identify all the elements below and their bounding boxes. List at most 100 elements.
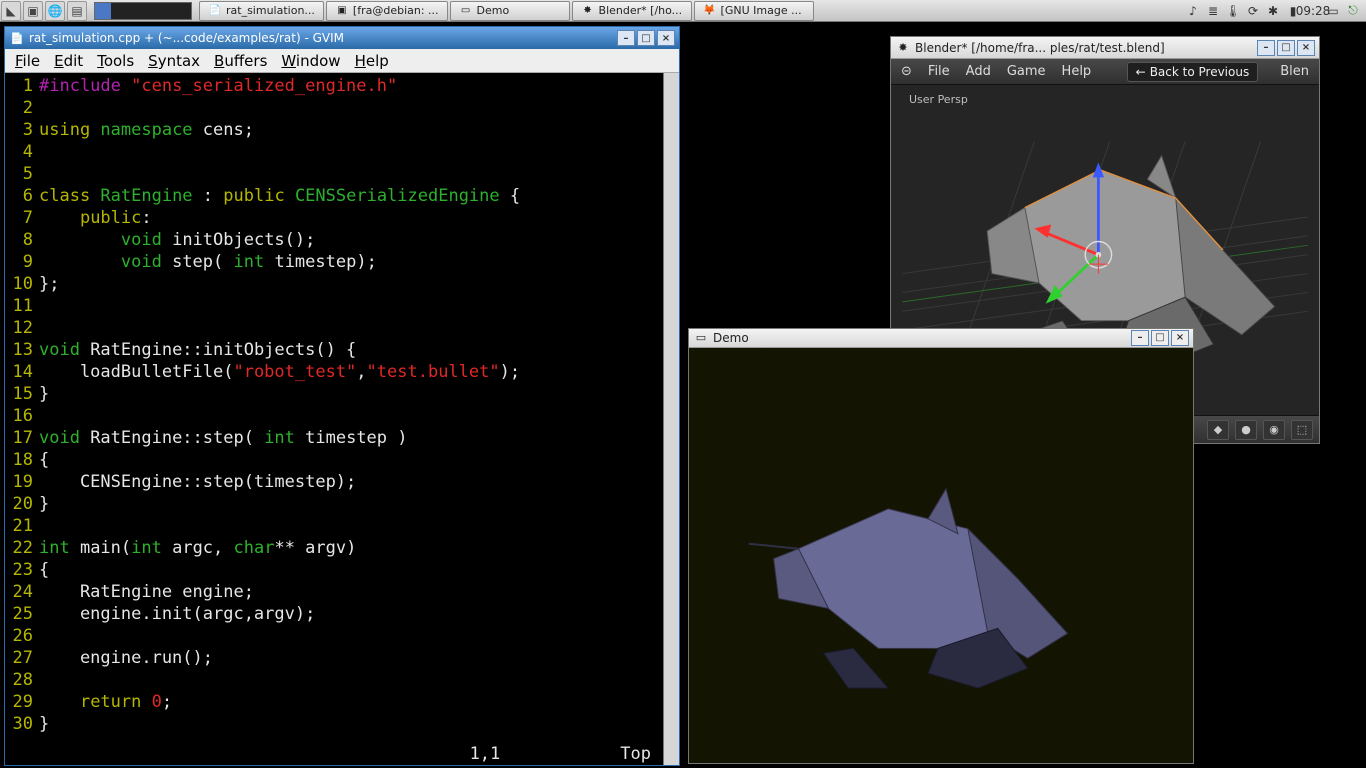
gvim-window: 📄 rat_simulation.cpp + (~...code/example… xyxy=(4,26,680,766)
code-line[interactable]: 4 xyxy=(5,141,679,163)
code-line[interactable]: 22int main(int argc, char** argv) xyxy=(5,537,679,559)
vim-statusbar: 1,1 Top xyxy=(5,743,663,765)
close-button[interactable]: × xyxy=(1171,330,1189,346)
blender-title: Blender* [/home/fra... ples/rat/test.ble… xyxy=(915,41,1257,55)
code-line[interactable]: 8 void initObjects(); xyxy=(5,229,679,251)
scroll-indicator: Top xyxy=(620,743,651,765)
blender-menu-file[interactable]: File xyxy=(928,64,950,79)
updates-icon[interactable]: ⟳ xyxy=(1246,4,1260,18)
line-number: 1 xyxy=(5,75,39,97)
code-line[interactable]: 5 xyxy=(5,163,679,185)
blender-menu-truncated[interactable]: Blen xyxy=(1280,64,1309,79)
code-line[interactable]: 21 xyxy=(5,515,679,537)
maximize-button[interactable]: □ xyxy=(1151,330,1169,346)
overlay-button[interactable]: ⬚ xyxy=(1291,420,1313,440)
code-line[interactable]: 26 xyxy=(5,625,679,647)
taskbar-item[interactable]: 📄rat_simulation... xyxy=(199,1,324,21)
code-line[interactable]: 9 void step( int timestep); xyxy=(5,251,679,273)
line-number: 29 xyxy=(5,691,39,713)
system-tray: ♪ ≣ 🌡 ⟳ ✱ ▮ 09:28 ▭ ⎋ xyxy=(1180,4,1366,18)
code-line[interactable]: 2 xyxy=(5,97,679,119)
code-line[interactable]: 18{ xyxy=(5,449,679,471)
code-line[interactable]: 12 xyxy=(5,317,679,339)
minimize-button[interactable]: – xyxy=(617,30,635,46)
line-number: 28 xyxy=(5,669,39,691)
code-line[interactable]: 16 xyxy=(5,405,679,427)
menu-help[interactable]: Help xyxy=(355,52,389,70)
close-button[interactable]: × xyxy=(657,30,675,46)
code-line[interactable]: 20} xyxy=(5,493,679,515)
code-line[interactable]: 11 xyxy=(5,295,679,317)
code-line[interactable]: 28 xyxy=(5,669,679,691)
menu-file[interactable]: File xyxy=(15,52,40,70)
blender-menu-add[interactable]: Add xyxy=(966,64,991,79)
menu-syntax[interactable]: Syntax xyxy=(148,52,200,70)
taskbar-item[interactable]: ✸Blender* [/ho... xyxy=(572,1,692,21)
code-line[interactable]: 7 public: xyxy=(5,207,679,229)
demo-canvas[interactable] xyxy=(689,348,1193,763)
code-line[interactable]: 1#include "cens_serialized_engine.h" xyxy=(5,75,679,97)
line-number: 6 xyxy=(5,185,39,207)
line-number: 16 xyxy=(5,405,39,427)
line-number: 11 xyxy=(5,295,39,317)
taskbar-item[interactable]: ▣[fra@debian: ... xyxy=(326,1,448,21)
menu-edit[interactable]: Edit xyxy=(54,52,83,70)
code-line[interactable]: 6class RatEngine : public CENSSerialized… xyxy=(5,185,679,207)
line-number: 8 xyxy=(5,229,39,251)
code-line[interactable]: 13void RatEngine::initObjects() { xyxy=(5,339,679,361)
workspace-pager[interactable] xyxy=(94,2,192,20)
taskbar: ◣ ▣ 🌐 ▤ 📄rat_simulation...▣[fra@debian: … xyxy=(0,0,1366,22)
blender-menu-help[interactable]: Help xyxy=(1062,64,1092,79)
code-line[interactable]: 19 CENSEngine::step(timestep); xyxy=(5,471,679,493)
menu-buffers[interactable]: Buffers xyxy=(214,52,267,70)
menu-tools[interactable]: Tools xyxy=(97,52,134,70)
code-line[interactable]: 3using namespace cens; xyxy=(5,119,679,141)
gvim-titlebar[interactable]: 📄 rat_simulation.cpp + (~...code/example… xyxy=(5,27,679,49)
menu-window[interactable]: Window xyxy=(281,52,340,70)
temperature-icon[interactable]: 🌡 xyxy=(1226,4,1240,18)
editor-type-icon[interactable]: ⊝ xyxy=(901,64,912,79)
code-line[interactable]: 14 loadBulletFile("robot_test","test.bul… xyxy=(5,361,679,383)
code-line[interactable]: 17void RatEngine::step( int timestep ) xyxy=(5,427,679,449)
code-line[interactable]: 10}; xyxy=(5,273,679,295)
blender-menu-game[interactable]: Game xyxy=(1007,64,1046,79)
start-menu-icon[interactable]: ◣ xyxy=(1,1,21,21)
code-line[interactable]: 15} xyxy=(5,383,679,405)
pivot-button[interactable]: ◆ xyxy=(1207,420,1229,440)
line-number: 10 xyxy=(5,273,39,295)
scrollbar[interactable] xyxy=(663,73,679,765)
blender-titlebar[interactable]: ✸ Blender* [/home/fra... ples/rat/test.b… xyxy=(891,37,1319,59)
editor-area[interactable]: 1#include "cens_serialized_engine.h"23us… xyxy=(5,73,679,765)
back-to-previous-button[interactable]: ← Back to Previous xyxy=(1127,62,1259,82)
show-desktop-icon[interactable]: ▭ xyxy=(1326,4,1340,18)
mixer-icon[interactable]: ♪ xyxy=(1186,4,1200,18)
demo-titlebar[interactable]: ▭ Demo – □ × xyxy=(689,329,1193,348)
code-line[interactable]: 27 engine.run(); xyxy=(5,647,679,669)
filemanager-icon[interactable]: ▤ xyxy=(67,1,87,21)
task-label: Demo xyxy=(477,4,510,17)
minimize-button[interactable]: – xyxy=(1131,330,1149,346)
code-line[interactable]: 23{ xyxy=(5,559,679,581)
maximize-button[interactable]: □ xyxy=(1277,40,1295,56)
code-line[interactable]: 25 engine.init(argc,argv); xyxy=(5,603,679,625)
code-line[interactable]: 24 RatEngine engine; xyxy=(5,581,679,603)
taskbar-item[interactable]: 🦊[GNU Image ... xyxy=(694,1,814,21)
task-label: rat_simulation... xyxy=(226,4,315,17)
bluetooth-icon[interactable]: ✱ xyxy=(1266,4,1280,18)
taskbar-item[interactable]: ▭Demo xyxy=(450,1,570,21)
view-perspective-label: User Persp xyxy=(909,93,968,106)
logout-icon[interactable]: ⎋ xyxy=(1346,4,1360,18)
maximize-button[interactable]: □ xyxy=(637,30,655,46)
line-number: 21 xyxy=(5,515,39,537)
network-icon[interactable]: ≣ xyxy=(1206,4,1220,18)
code-line[interactable]: 30} xyxy=(5,713,679,735)
browser-icon[interactable]: 🌐 xyxy=(45,1,65,21)
clock[interactable]: 09:28 xyxy=(1306,4,1320,18)
minimize-button[interactable]: – xyxy=(1257,40,1275,56)
terminal-icon[interactable]: ▣ xyxy=(23,1,43,21)
code-line[interactable]: 29 return 0; xyxy=(5,691,679,713)
task-icon: 🦊 xyxy=(703,4,717,18)
close-button[interactable]: × xyxy=(1297,40,1315,56)
shading-wire-button[interactable]: ◉ xyxy=(1263,420,1285,440)
shading-solid-button[interactable]: ● xyxy=(1235,420,1257,440)
